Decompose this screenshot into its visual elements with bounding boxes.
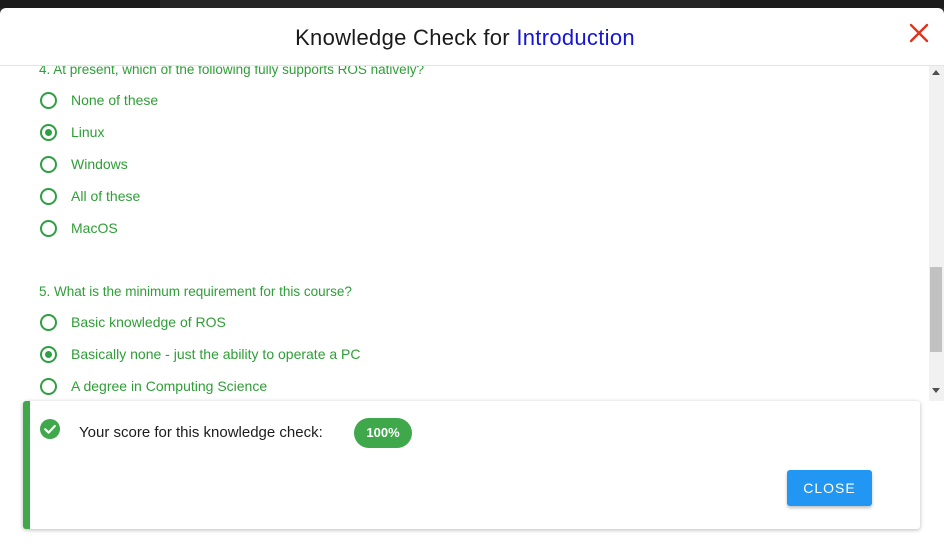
question-4-text: 4. At present, which of the following fu… <box>39 66 424 77</box>
radio-button-selected[interactable] <box>40 123 57 141</box>
modal-title-highlight: Introduction <box>516 25 635 50</box>
radio-button[interactable] <box>40 187 57 205</box>
question-4-option-macos[interactable]: MacOS <box>40 217 118 239</box>
modal-header: Knowledge Check for Introduction <box>0 8 944 66</box>
question-4-option-all-of-these[interactable]: All of these <box>40 185 140 207</box>
option-label: Basic knowledge of ROS <box>71 314 226 330</box>
radio-button[interactable] <box>40 219 57 237</box>
question-5-text: 5. What is the minimum requirement for t… <box>39 284 352 299</box>
scroll-down-arrow-icon[interactable] <box>932 388 940 393</box>
close-icon[interactable] <box>908 22 930 44</box>
radio-button[interactable] <box>40 313 57 331</box>
modal-title: Knowledge Check for Introduction <box>0 25 930 51</box>
close-button[interactable]: CLOSE <box>787 470 872 506</box>
check-circle-icon <box>40 419 60 439</box>
radio-button-selected[interactable] <box>40 345 57 363</box>
question-5-option-degree[interactable]: A degree in Computing Science <box>40 375 267 397</box>
background-top-bar <box>0 0 944 8</box>
option-label: All of these <box>71 188 141 204</box>
score-result-card: Your score for this knowledge check: 100… <box>23 401 920 529</box>
knowledge-check-modal: Knowledge Check for Introduction 4. At p… <box>0 8 944 556</box>
scrollbar[interactable] <box>929 66 944 401</box>
question-4-option-windows[interactable]: Windows <box>40 153 128 175</box>
questions-scroll-area[interactable]: 4. At present, which of the following fu… <box>0 66 928 401</box>
question-5-option-basically-none[interactable]: Basically none - just the ability to ope… <box>40 343 361 365</box>
option-label: None of these <box>71 92 159 108</box>
modal-title-prefix: Knowledge Check for <box>295 25 510 50</box>
question-4-option-linux[interactable]: Linux <box>40 121 104 143</box>
scroll-up-arrow-icon[interactable] <box>932 70 940 75</box>
radio-button[interactable] <box>40 155 57 173</box>
radio-button[interactable] <box>40 377 57 395</box>
option-label: Windows <box>71 156 128 172</box>
scrollbar-thumb[interactable] <box>930 267 942 352</box>
radio-button[interactable] <box>40 91 57 109</box>
option-label: MacOS <box>71 220 118 236</box>
question-4-option-none-of-these[interactable]: None of these <box>40 89 158 111</box>
option-label: Basically none - just the ability to ope… <box>71 346 361 362</box>
question-5-option-basic-knowledge[interactable]: Basic knowledge of ROS <box>40 311 226 333</box>
score-text: Your score for this knowledge check: <box>79 424 323 441</box>
score-badge: 100% <box>354 418 412 448</box>
option-label: A degree in Computing Science <box>71 378 268 394</box>
option-label: Linux <box>71 124 105 140</box>
